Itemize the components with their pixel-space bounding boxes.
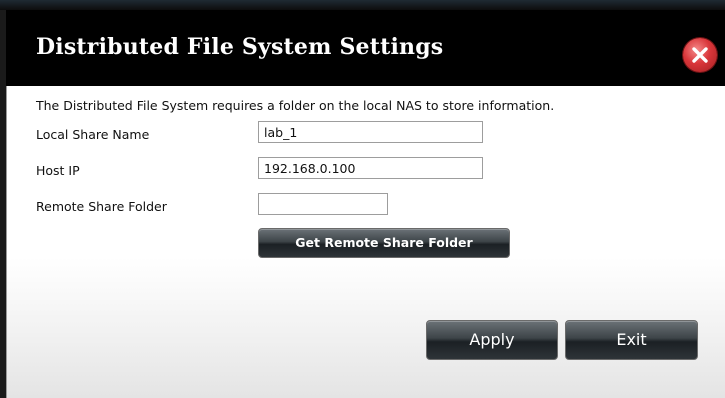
host-ip-input[interactable]	[258, 157, 483, 179]
window-top-strip	[0, 0, 725, 10]
close-x-icon	[692, 47, 708, 63]
apply-button[interactable]: Apply	[426, 320, 558, 360]
dfs-settings-dialog: Distributed File System Settings The Dis…	[0, 0, 725, 398]
intro-text: The Distributed File System requires a f…	[36, 98, 555, 113]
dialog-content: The Distributed File System requires a f…	[6, 86, 725, 398]
close-button[interactable]	[683, 38, 717, 72]
get-remote-share-folder-button[interactable]: Get Remote Share Folder	[258, 228, 510, 258]
remote-share-folder-input[interactable]	[258, 193, 388, 215]
dialog-title: Distributed File System Settings	[36, 34, 444, 60]
exit-button[interactable]: Exit	[565, 320, 698, 360]
local-share-name-input[interactable]	[258, 121, 483, 143]
dialog-title-bar: Distributed File System Settings	[6, 10, 725, 86]
host-ip-label: Host IP	[36, 163, 80, 178]
remote-share-folder-label: Remote Share Folder	[36, 199, 167, 214]
local-share-name-label: Local Share Name	[36, 127, 150, 142]
